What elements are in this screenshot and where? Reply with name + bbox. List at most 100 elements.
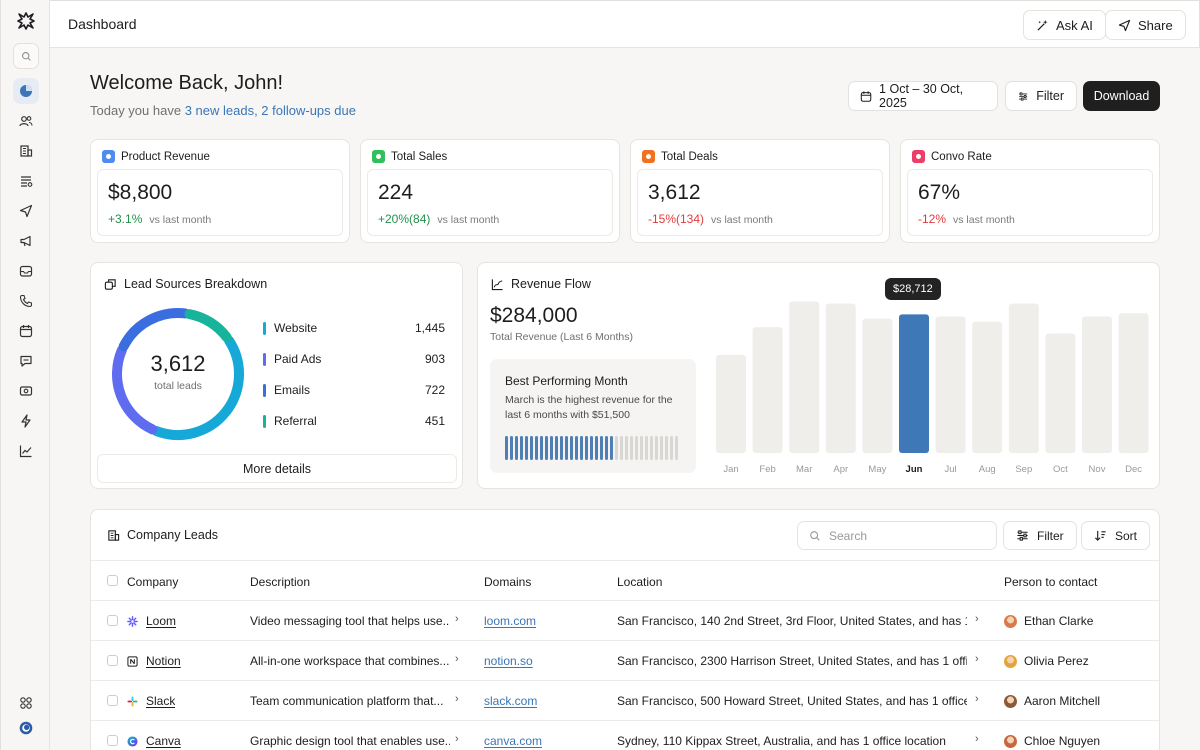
progress-tick: [505, 436, 508, 460]
sidebar-item-apps[interactable]: [13, 690, 39, 716]
donut-segment-emails[interactable]: [118, 308, 191, 352]
company-name-link[interactable]: Loom: [146, 614, 176, 628]
sort-button[interactable]: Sort: [1081, 521, 1151, 550]
lead-source-label: Website: [274, 321, 318, 335]
expand-description-chevron-icon[interactable]: ›: [455, 733, 459, 745]
bar-mar[interactable]: [789, 301, 820, 453]
lead-source-emails[interactable]: Emails 722: [263, 382, 445, 398]
lightning-icon: [21, 414, 31, 428]
sidebar-item-tasks[interactable]: [13, 168, 39, 194]
kpi-card-product-revenue[interactable]: Product Revenue $8,800 +3.1% vs last month: [90, 139, 350, 243]
table-row[interactable]: Canva Graphic design tool that enables us…: [91, 721, 1159, 750]
company-name-link[interactable]: Notion: [146, 654, 181, 668]
best-month-progress: [505, 436, 678, 460]
person-avatar: [1004, 734, 1017, 748]
ask-ai-button[interactable]: Ask AI: [1023, 10, 1106, 40]
table-filter-button[interactable]: Filter: [1003, 521, 1077, 550]
sidebar-item-campaigns[interactable]: [13, 198, 39, 224]
row-checkbox[interactable]: [107, 735, 118, 746]
sidebar-item-inbox[interactable]: [13, 258, 39, 284]
lead-source-referral[interactable]: Referral 451: [263, 413, 445, 429]
kpi-card-convo-rate[interactable]: Convo Rate 67% -12% vs last month: [900, 139, 1160, 243]
expand-description-chevron-icon[interactable]: ›: [455, 653, 459, 665]
sidebar-item-payments[interactable]: [13, 378, 39, 404]
share-button[interactable]: Share: [1105, 10, 1186, 40]
table-row[interactable]: Notion All-in-one workspace that combines…: [91, 641, 1159, 681]
sidebar-item-companies[interactable]: [13, 138, 39, 164]
donut-segment-referral[interactable]: [184, 309, 232, 343]
expand-description-chevron-icon[interactable]: ›: [455, 693, 459, 705]
bar-feb[interactable]: [752, 327, 783, 453]
kpi-card-total-sales[interactable]: Total Sales 224 +20%(84) vs last month: [360, 139, 620, 243]
sidebar-item-reports[interactable]: [13, 438, 39, 464]
select-all-checkbox[interactable]: [107, 575, 118, 586]
search-input[interactable]: Search: [797, 521, 997, 550]
row-checkbox[interactable]: [107, 655, 118, 666]
column-location[interactable]: Location: [617, 575, 662, 589]
sidebar-item-contacts[interactable]: [13, 108, 39, 134]
kpi-delta: +20%(84): [378, 212, 431, 226]
bar-jun[interactable]: [899, 314, 929, 453]
subline-highlight[interactable]: 3 new leads, 2 follow-ups due: [185, 103, 356, 118]
person-cell[interactable]: Ethan Clarke: [1004, 614, 1093, 628]
column-person[interactable]: Person to contact: [1004, 575, 1097, 589]
progress-tick: [520, 436, 523, 460]
expand-location-chevron-icon[interactable]: ›: [975, 653, 979, 665]
sidebar-item-calls[interactable]: [13, 288, 39, 314]
person-cell[interactable]: Aaron Mitchell: [1004, 694, 1100, 708]
kpi-body: 3,612 -15%(134) vs last month: [637, 169, 883, 236]
column-company[interactable]: Company: [127, 575, 178, 589]
row-checkbox[interactable]: [107, 695, 118, 706]
filter-button[interactable]: Filter: [1005, 81, 1077, 111]
kpi-label: Total Deals: [661, 150, 718, 163]
bar-jan[interactable]: [716, 354, 746, 453]
bar-may[interactable]: [862, 318, 893, 453]
app-logo-icon[interactable]: [16, 11, 36, 31]
bar-sep[interactable]: [1008, 303, 1039, 453]
location-cell: Sydney, 110 Kippax Street, Australia, an…: [617, 734, 946, 748]
lead-source-website[interactable]: Website 1,445: [263, 320, 445, 336]
bar-apr[interactable]: [825, 303, 856, 453]
table-row[interactable]: Slack Team communication platform that...…: [91, 681, 1159, 721]
more-details-button[interactable]: More details: [97, 454, 457, 483]
domain-link[interactable]: notion.so: [484, 654, 533, 668]
sidebar-item-announcements[interactable]: [13, 228, 39, 254]
sidebar-item-messages[interactable]: [13, 348, 39, 374]
person-cell[interactable]: Olivia Perez: [1004, 654, 1089, 668]
date-range-picker[interactable]: 1 Oct – 30 Oct, 2025: [848, 81, 998, 111]
company-name-link[interactable]: Slack: [146, 694, 175, 708]
kpi-card-total-deals[interactable]: Total Deals 3,612 -15%(134) vs last month: [630, 139, 890, 243]
x-tick-feb: Feb: [759, 464, 775, 475]
domain-link[interactable]: loom.com: [484, 614, 536, 628]
expand-location-chevron-icon[interactable]: ›: [975, 733, 979, 745]
kpi-badge-icon: [642, 150, 655, 163]
domain-link[interactable]: slack.com: [484, 694, 537, 708]
person-cell[interactable]: Chloe Nguyen: [1004, 734, 1100, 748]
bar-nov[interactable]: [1082, 316, 1112, 453]
lead-source-paid-ads[interactable]: Paid Ads 903: [263, 351, 445, 367]
sidebar-item-calendar[interactable]: [13, 318, 39, 344]
bar-aug[interactable]: [972, 321, 1003, 453]
column-domains[interactable]: Domains: [484, 575, 531, 589]
expand-location-chevron-icon[interactable]: ›: [975, 693, 979, 705]
sidebar-search-icon[interactable]: [13, 43, 39, 69]
kpi-comparison: vs last month: [437, 214, 500, 226]
bar-oct[interactable]: [1045, 333, 1076, 453]
expand-description-chevron-icon[interactable]: ›: [455, 613, 459, 625]
table-row[interactable]: Loom Video messaging tool that helps use.…: [91, 601, 1159, 641]
kpi-body: 224 +20%(84) vs last month: [367, 169, 613, 236]
user-avatar[interactable]: [13, 715, 39, 741]
revenue-flow-title-text: Revenue Flow: [511, 277, 591, 291]
column-description[interactable]: Description: [250, 575, 310, 589]
sidebar-item-automations[interactable]: [13, 408, 39, 434]
download-button[interactable]: Download: [1083, 81, 1160, 111]
phone-icon: [19, 294, 33, 308]
bar-dec[interactable]: [1118, 313, 1149, 453]
company-cell: Canva: [127, 734, 181, 748]
company-name-link[interactable]: Canva: [146, 734, 181, 748]
bar-jul[interactable]: [935, 316, 966, 453]
expand-location-chevron-icon[interactable]: ›: [975, 613, 979, 625]
row-checkbox[interactable]: [107, 615, 118, 626]
sidebar-item-dashboard[interactable]: [13, 78, 39, 104]
domain-link[interactable]: canva.com: [484, 734, 542, 748]
